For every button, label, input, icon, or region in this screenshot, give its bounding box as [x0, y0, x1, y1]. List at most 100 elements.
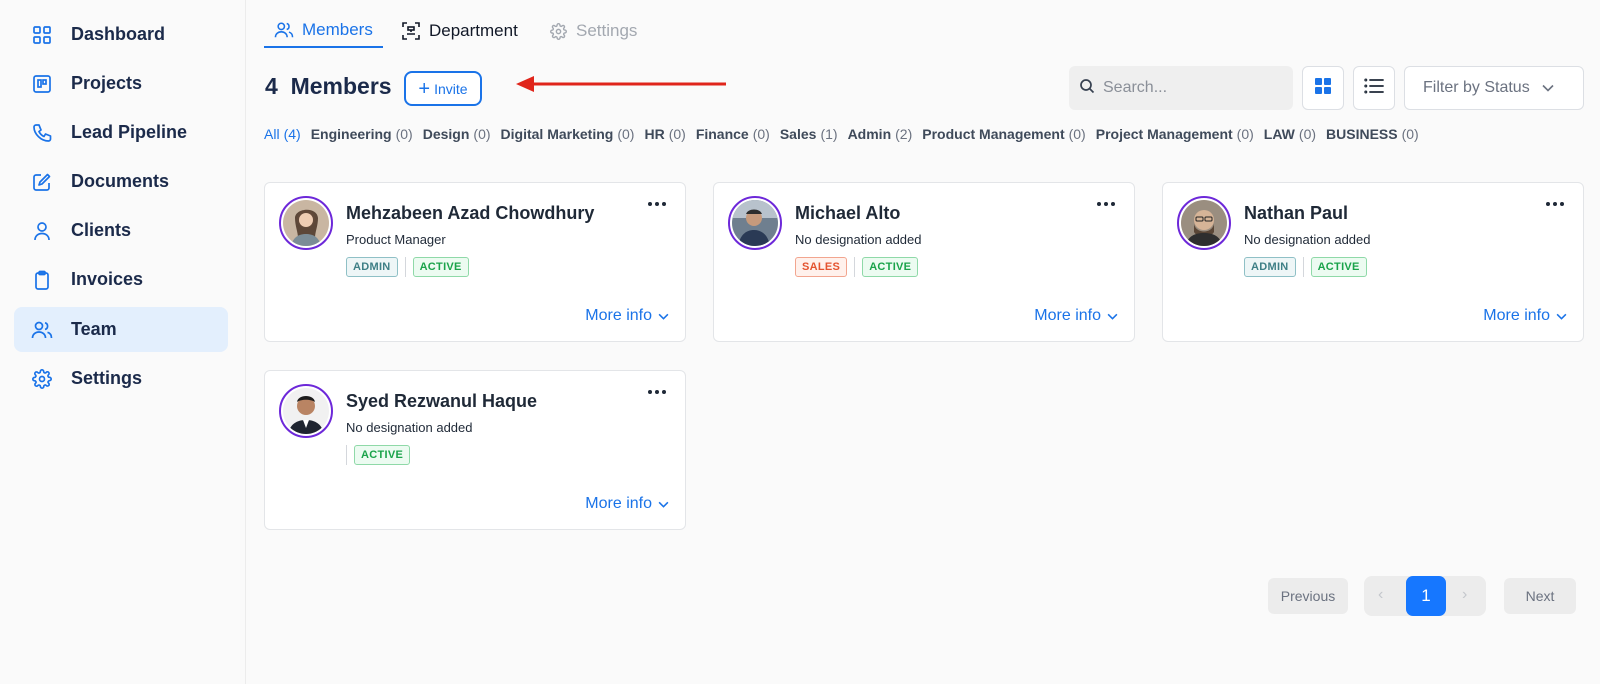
search-input[interactable]	[1103, 79, 1283, 97]
sidebar-item-invoices[interactable]: Invoices	[14, 257, 228, 302]
sidebar-item-label: Team	[71, 319, 117, 339]
member-name: Nathan Paul	[1244, 203, 1349, 223]
gear-icon	[31, 368, 53, 390]
member-card: Nathan Paul No designation added ADMIN A…	[1162, 182, 1584, 342]
invite-button[interactable]: + Invite	[404, 71, 482, 106]
tab-department[interactable]: Department	[401, 14, 518, 48]
member-name: Syed Rezwanul Haque	[346, 391, 538, 411]
more-options-icon[interactable]	[1094, 197, 1118, 211]
status-badge: ACTIVE	[354, 445, 411, 465]
plus-icon: +	[418, 77, 431, 100]
chevron-down-icon	[658, 307, 669, 325]
tab-label: Department	[429, 21, 518, 40]
avatar	[728, 196, 782, 250]
category-engineering[interactable]: Engineering (0)	[311, 126, 413, 142]
more-info-button[interactable]: More info	[585, 307, 669, 325]
category-admin[interactable]: Admin (2)	[848, 126, 913, 142]
list-view-button[interactable]	[1353, 66, 1395, 110]
member-designation: No designation added	[795, 232, 922, 247]
status-filter-select[interactable]: Filter by Status	[1404, 66, 1584, 110]
more-info-button[interactable]: More info	[1483, 307, 1567, 325]
page-title-text: Members	[290, 73, 392, 99]
category-product-management[interactable]: Product Management (0)	[922, 126, 1085, 142]
category-business[interactable]: BUSINESS (0)	[1326, 126, 1419, 142]
sidebar-item-clients[interactable]: Clients	[14, 208, 228, 253]
more-info-label: More info	[1034, 307, 1101, 324]
badge-divider	[404, 257, 406, 277]
member-name: Mehzabeen Azad Chowdhury	[346, 203, 595, 223]
category-law[interactable]: LAW (0)	[1264, 126, 1316, 142]
category-design[interactable]: Design (0)	[423, 126, 491, 142]
avatar	[1177, 196, 1231, 250]
tab-label: Settings	[576, 21, 638, 40]
invite-label: Invite	[434, 80, 468, 97]
category-digital-marketing[interactable]: Digital Marketing (0)	[501, 126, 635, 142]
next-button[interactable]: Next	[1504, 578, 1576, 614]
next-label: Next	[1525, 588, 1555, 604]
status-badge: ACTIVE	[862, 257, 919, 277]
more-options-icon[interactable]	[1543, 197, 1567, 211]
sidebar-item-documents[interactable]: Documents	[14, 159, 228, 204]
member-card: Mehzabeen Azad Chowdhury Product Manager…	[264, 182, 686, 342]
previous-label: Previous	[1280, 588, 1336, 604]
department-badge: ADMIN	[346, 257, 398, 277]
tab-members[interactable]: Members	[264, 14, 383, 48]
users-icon	[274, 20, 294, 40]
user-icon	[31, 220, 53, 242]
sidebar-item-label: Lead Pipeline	[71, 122, 188, 142]
badge-divider	[1302, 257, 1304, 277]
sidebar-item-label: Dashboard	[71, 24, 166, 44]
gear-icon	[548, 21, 568, 41]
sidebar-item-dashboard[interactable]: Dashboard	[14, 12, 228, 57]
department-badge: SALES	[795, 257, 848, 277]
more-info-label: More info	[1483, 307, 1550, 324]
users-icon	[31, 319, 53, 341]
chevron-down-icon	[658, 495, 669, 513]
previous-button[interactable]: Previous	[1268, 578, 1348, 614]
annotation-arrow	[516, 76, 726, 92]
status-badge: ACTIVE	[1310, 257, 1367, 277]
member-designation: Product Manager	[346, 232, 446, 247]
grid-view-button[interactable]	[1302, 66, 1344, 110]
page-title: 4 Members	[265, 73, 392, 100]
sidebar-item-label: Projects	[71, 73, 143, 93]
more-options-icon[interactable]	[645, 197, 669, 211]
sidebar-item-projects[interactable]: Projects	[14, 61, 228, 106]
phone-icon	[31, 122, 53, 144]
status-filter-label: Filter by Status	[1423, 79, 1530, 96]
member-designation: No designation added	[1244, 232, 1371, 247]
member-name: Michael Alto	[795, 203, 901, 223]
sidebar-item-label: Settings	[71, 368, 143, 388]
projects-icon	[31, 73, 53, 95]
sidebar-item-settings[interactable]: Settings	[14, 356, 228, 401]
sidebar-item-team[interactable]: Team	[14, 307, 228, 352]
badge-divider	[854, 257, 856, 277]
badge-divider	[346, 445, 347, 465]
sidebar-item-label: Documents	[71, 171, 170, 191]
search-icon	[1079, 78, 1095, 99]
list-view-icon	[1364, 77, 1384, 99]
member-designation: No designation added	[346, 420, 473, 435]
department-badge: ADMIN	[1244, 257, 1296, 277]
page-number-button[interactable]: 1	[1406, 576, 1446, 616]
member-card: Syed Rezwanul Haque No designation added…	[264, 370, 686, 530]
department-icon	[401, 21, 421, 41]
tab-settings[interactable]: Settings	[548, 14, 637, 48]
search-box[interactable]	[1069, 66, 1293, 110]
avatar	[279, 196, 333, 250]
member-count: 4	[265, 73, 278, 99]
category-all[interactable]: All (4)	[264, 126, 301, 142]
category-finance[interactable]: Finance (0)	[696, 126, 770, 142]
more-info-button[interactable]: More info	[1034, 307, 1118, 325]
sidebar-item-lead-pipeline[interactable]: Lead Pipeline	[14, 110, 228, 155]
chevron-down-icon	[1556, 307, 1567, 325]
chevron-right-icon[interactable]: ›	[1462, 586, 1467, 604]
category-sales[interactable]: Sales (1)	[780, 126, 838, 142]
avatar	[279, 384, 333, 438]
category-project-management[interactable]: Project Management (0)	[1096, 126, 1254, 142]
more-options-icon[interactable]	[645, 385, 669, 399]
chevron-left-icon[interactable]: ‹	[1378, 586, 1383, 604]
more-info-button[interactable]: More info	[585, 495, 669, 513]
chevron-down-icon	[1107, 307, 1118, 325]
category-hr[interactable]: HR (0)	[644, 126, 685, 142]
